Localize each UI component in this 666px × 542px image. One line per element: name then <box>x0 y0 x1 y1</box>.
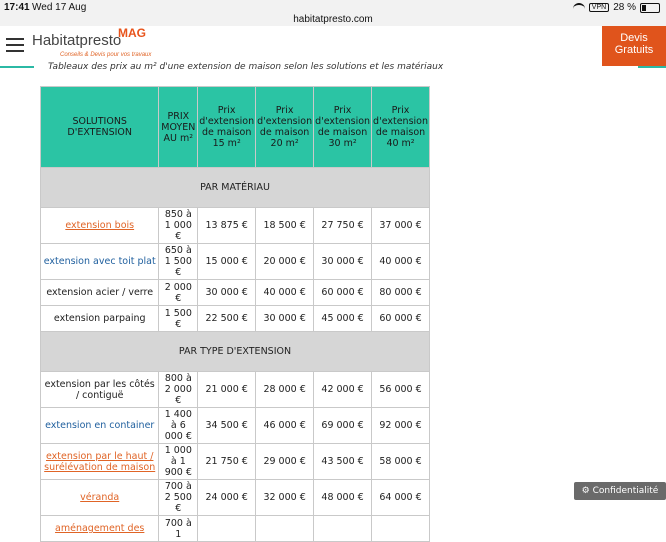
table-caption: Tableaux des prix au m² d'une extension … <box>48 62 444 72</box>
logo-tagline: Conseils & Devis pour vos travaux <box>60 52 152 58</box>
status-bar: 17:41 Wed 17 Aug habitatpresto.com VPN 2… <box>0 0 666 26</box>
privacy-button[interactable]: ⚙ Confidentialité <box>574 482 666 500</box>
col-header: Prix d'extension de maison 15 m² <box>197 86 257 168</box>
cell: 48 000 € <box>313 479 373 516</box>
table-row: extension par le haut / surélévation de … <box>39 443 430 480</box>
row-link[interactable]: aménagement des <box>39 515 160 542</box>
col-header: Prix d'extension de maison 20 m² <box>255 86 315 168</box>
cell: 34 500 € <box>197 407 257 444</box>
devis-label-2: Gratuits <box>614 44 654 56</box>
cell: 40 000 € <box>371 243 430 280</box>
section-header: PAR TYPE D'EXTENSION <box>40 331 430 372</box>
vpn-badge: VPN <box>588 3 610 12</box>
logo-text: Habitatpresto <box>32 32 122 49</box>
table-row: extension par les côtés / contiguë 800 à… <box>39 371 430 408</box>
cell: 29 000 € <box>255 443 315 480</box>
status-time: 17:41 <box>4 2 30 13</box>
row-label[interactable]: extension avec toit plat <box>39 243 160 280</box>
cell: 30 000 € <box>197 279 257 306</box>
cell <box>371 515 430 542</box>
cell: 45 000 € <box>313 305 373 332</box>
cell: 20 000 € <box>255 243 315 280</box>
cell <box>313 515 373 542</box>
table-row: extension parpaing 1 500 € 22 500 € 30 0… <box>39 305 430 332</box>
cell: 650 à 1 500 € <box>158 243 199 280</box>
cell: 27 750 € <box>313 207 373 244</box>
cell: 24 000 € <box>197 479 257 516</box>
price-table: SOLUTIONS D'EXTENSION PRIX MOYEN AU m² P… <box>39 86 430 542</box>
status-date: Wed 17 Aug <box>32 2 87 13</box>
privacy-label: Confidentialité <box>592 486 659 496</box>
cell: 1 000 à 1 900 € <box>158 443 199 480</box>
cell: 700 à 1 <box>158 515 199 542</box>
cell: 80 000 € <box>371 279 430 306</box>
table-row: aménagement des 700 à 1 <box>39 515 430 542</box>
row-label: extension par les côtés / contiguë <box>39 371 160 408</box>
cell: 69 000 € <box>313 407 373 444</box>
col-header: SOLUTIONS D'EXTENSION <box>39 86 160 168</box>
cell: 13 875 € <box>197 207 257 244</box>
cell: 56 000 € <box>371 371 430 408</box>
cell: 28 000 € <box>255 371 315 408</box>
section-header: PAR MATÉRIAU <box>40 167 430 208</box>
cell: 21 750 € <box>197 443 257 480</box>
cell: 30 000 € <box>255 305 315 332</box>
cell: 32 000 € <box>255 479 315 516</box>
row-link[interactable]: véranda <box>39 479 160 516</box>
cell: 800 à 2 000 € <box>158 371 199 408</box>
row-label[interactable]: extension en container <box>39 407 160 444</box>
devis-label-1: Devis <box>620 32 648 44</box>
article-content: Tableaux des prix au m² d'une extension … <box>34 62 638 542</box>
cell: 92 000 € <box>371 407 430 444</box>
logo-mag: MAG <box>118 26 146 40</box>
col-header: Prix d'extension de maison 30 m² <box>313 86 373 168</box>
cell: 850 à 1 000 € <box>158 207 199 244</box>
url-bar[interactable]: habitatpresto.com <box>0 14 666 25</box>
cell: 37 000 € <box>371 207 430 244</box>
table-row: extension avec toit plat 650 à 1 500 € 1… <box>39 243 430 280</box>
cell: 18 500 € <box>255 207 315 244</box>
cell: 43 500 € <box>313 443 373 480</box>
table-row: extension bois 850 à 1 000 € 13 875 € 18… <box>39 207 430 244</box>
cell: 60 000 € <box>313 279 373 306</box>
status-indicators: VPN 28 % <box>572 2 660 13</box>
wifi-icon <box>572 2 585 13</box>
cell <box>197 515 257 542</box>
cell: 1 500 € <box>158 305 199 332</box>
row-link[interactable]: extension bois <box>39 207 160 244</box>
cell: 1 400 à 6 000 € <box>158 407 199 444</box>
cell: 2 000 € <box>158 279 199 306</box>
cell: 22 500 € <box>197 305 257 332</box>
table-row: véranda 700 à 2 500 € 24 000 € 32 000 € … <box>39 479 430 516</box>
cell: 700 à 2 500 € <box>158 479 199 516</box>
cell <box>255 515 315 542</box>
cell: 21 000 € <box>197 371 257 408</box>
row-link[interactable]: extension par le haut / surélévation de … <box>39 443 160 480</box>
cell: 64 000 € <box>371 479 430 516</box>
row-label: extension parpaing <box>39 305 160 332</box>
cell: 58 000 € <box>371 443 430 480</box>
cell: 15 000 € <box>197 243 257 280</box>
cell: 60 000 € <box>371 305 430 332</box>
battery-icon <box>640 2 660 13</box>
gear-icon: ⚙ <box>581 486 593 496</box>
table-row: extension en container 1 400 à 6 000 € 3… <box>39 407 430 444</box>
cell: 42 000 € <box>313 371 373 408</box>
cell: 40 000 € <box>255 279 315 306</box>
cell: 46 000 € <box>255 407 315 444</box>
col-header: Prix d'extension de maison 40 m² <box>371 86 430 168</box>
site-logo[interactable]: Habitatpresto MAG Conseils & Devis pour … <box>32 26 151 58</box>
row-label: extension acier / verre <box>39 279 160 306</box>
table-row: extension acier / verre 2 000 € 30 000 €… <box>39 279 430 306</box>
col-header: PRIX MOYEN AU m² <box>158 86 199 168</box>
cell: 30 000 € <box>313 243 373 280</box>
devis-gratuits-button[interactable]: Devis Gratuits <box>602 26 666 66</box>
battery-percent: 28 % <box>613 2 636 13</box>
menu-icon[interactable] <box>6 38 24 52</box>
